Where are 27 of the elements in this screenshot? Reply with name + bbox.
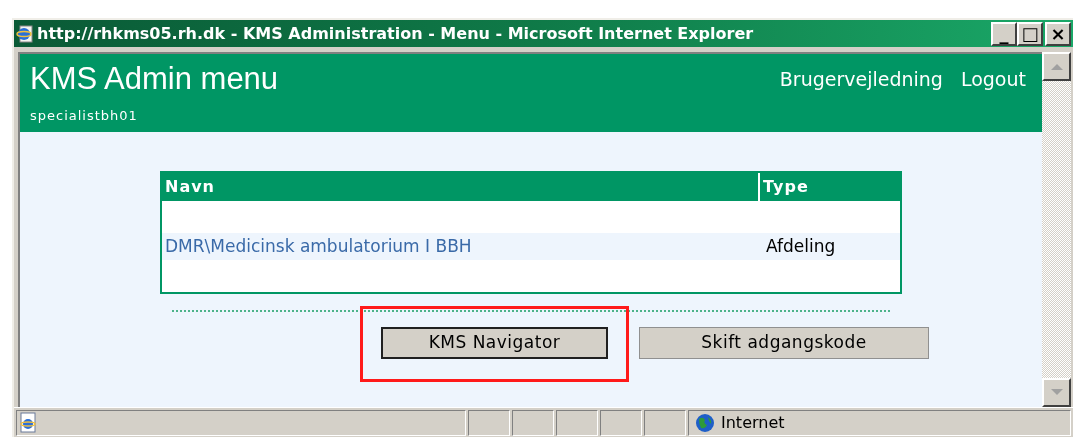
action-button[interactable]: KMS Navigator: [381, 327, 608, 359]
page-icon: [18, 411, 38, 434]
status-pane: [644, 409, 686, 436]
header-link[interactable]: Brugervejledning: [779, 65, 943, 94]
action-button[interactable]: Skift adgangskode: [639, 327, 929, 359]
close-button[interactable]: ×: [1045, 21, 1071, 46]
column-header: Type: [762, 176, 810, 198]
scroll-down-button[interactable]: [1042, 378, 1071, 407]
status-pane: [512, 409, 554, 436]
browser-icon: [16, 24, 34, 43]
status-pane: [556, 409, 598, 436]
page-title: KMS Admin menu: [30, 60, 280, 98]
user-name: specialistbh01: [30, 107, 139, 125]
maximize-button[interactable]: □: [1017, 21, 1043, 46]
status-pane: [468, 409, 510, 436]
header-link[interactable]: Logout: [960, 65, 1026, 94]
globe-icon: [695, 412, 715, 433]
table-cell-text: Afdeling: [765, 234, 837, 258]
zone-label: Internet: [721, 411, 785, 434]
status-pane: [600, 409, 642, 436]
scroll-up-button[interactable]: [1042, 52, 1071, 81]
up-arrow-icon: [1050, 63, 1063, 70]
window-title: http://rhkms05.rh.dk - KMS Administration - Menu - Microsoft Internet Explorer: [37, 22, 755, 45]
department-link[interactable]: DMR\Medicinsk ambulatorium I BBH: [162, 233, 760, 260]
minimize-button[interactable]: _: [991, 21, 1017, 46]
column-header: Navn: [162, 173, 760, 201]
down-arrow-icon: [1050, 389, 1063, 396]
